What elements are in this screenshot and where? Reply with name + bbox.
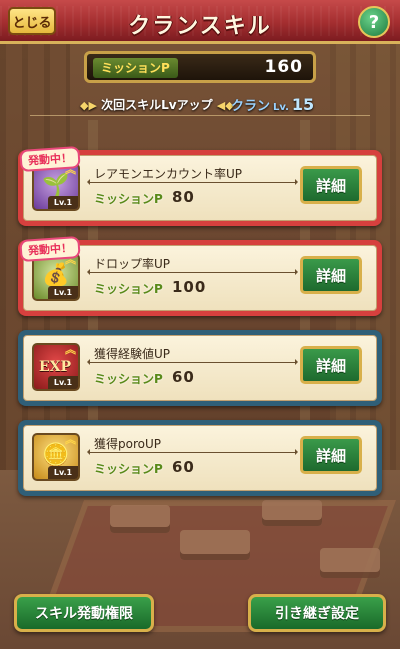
clan-level-value: 15 [291, 95, 315, 114]
skill-divider [87, 179, 298, 185]
skill-name: レアモンエンカウント率UP [94, 167, 243, 181]
skill-divider [87, 359, 298, 365]
skill-name: 獲得poroUP [94, 437, 161, 451]
skill-divider [87, 269, 298, 275]
table-right [262, 500, 322, 526]
exp-icon-text: EXP [39, 359, 72, 375]
mission-points-label: ミッションP [93, 58, 178, 78]
divider-line [30, 115, 370, 116]
skill-cost-label: ミッションP [94, 462, 163, 476]
detail-button[interactable]: 詳細 [300, 346, 362, 384]
next-level-text: ◆▶ 次回スキルLvアップ ◀◆ [80, 96, 234, 113]
header-bar: とじる クランスキル ? [0, 0, 400, 44]
exp-icon: EXP ︽ Lv.1 [32, 343, 80, 391]
detail-button[interactable]: 詳細 [300, 256, 362, 294]
chevron-up-icon: ︽ [65, 343, 76, 356]
skill-level-tag: Lv.1 [48, 376, 78, 389]
transfer-settings-button[interactable]: 引き継ぎ設定 [248, 594, 386, 632]
coin-icon: 🪙 ︽ Lv.1 [32, 433, 80, 481]
bag-glyph: 💰 [42, 263, 70, 288]
sofa-left [110, 505, 170, 533]
detail-button[interactable]: 詳細 [300, 436, 362, 474]
detail-button[interactable]: 詳細 [300, 166, 362, 204]
skill-divider [87, 449, 298, 455]
skill-card-exp: EXP ︽ Lv.1 獲得経験値UP ミッションP 60 詳細 [18, 330, 382, 406]
skill-cost-label: ミッションP [94, 192, 163, 206]
page-title: クランスキル [128, 14, 272, 39]
help-button[interactable]: ? [358, 6, 390, 38]
mission-points-panel: ミッションP 160 [84, 51, 316, 83]
skill-level-tag: Lv.1 [48, 286, 78, 299]
skill-cost-label: ミッションP [94, 372, 163, 386]
active-badge: 発動中！ [19, 235, 81, 263]
sofa-right [320, 548, 380, 578]
sprout-glyph: 🌱 [42, 173, 70, 198]
lv-label: Lv. [273, 102, 289, 113]
clan-level: クラン Lv. 15 [231, 95, 314, 114]
next-level-label: 次回スキルLvアップ [101, 98, 213, 112]
skill-cost-value: 60 [172, 368, 195, 386]
skill-card-inner: 発動中！ 💰 ︽ Lv.1 ドロップ率UP ミッションP 100 詳細 [19, 235, 377, 311]
skill-card-inner: 発動中！ 🌱 ︽ Lv.1 レアモンエンカウント率UP ミッションP 80 詳細 [19, 145, 377, 221]
close-button[interactable]: とじる [8, 7, 56, 35]
skill-card-rare-encounter: 発動中！ 🌱 ︽ Lv.1 レアモンエンカウント率UP ミッションP 80 詳細 [18, 145, 382, 226]
skill-card-drop-rate: 発動中！ 💰 ︽ Lv.1 ドロップ率UP ミッションP 100 詳細 [18, 235, 382, 316]
skill-level-tag: Lv.1 [48, 466, 78, 479]
mission-points-value: 160 [264, 57, 303, 77]
skill-cost-value: 60 [172, 458, 195, 476]
skill-name: ドロップ率UP [94, 257, 171, 271]
next-level-info: ◆▶ 次回スキルLvアップ ◀◆ クラン Lv. 15 [30, 92, 370, 118]
table-center [180, 530, 250, 560]
skill-cost-label: ミッションP [94, 282, 163, 296]
chevron-up-icon: ︽ [65, 433, 76, 446]
skill-level-tag: Lv.1 [48, 196, 78, 209]
skill-card-inner: EXP ︽ Lv.1 獲得経験値UP ミッションP 60 詳細 [23, 335, 377, 401]
skill-name: 獲得経験値UP [94, 347, 171, 361]
coin-glyph: 🪙 [42, 443, 70, 468]
clan-label: クラン [231, 99, 271, 114]
skill-card-inner: 🪙 ︽ Lv.1 獲得poroUP ミッションP 60 詳細 [23, 425, 377, 491]
left-arrow-icon: ◆▶ [80, 99, 97, 112]
active-badge: 発動中！ [19, 145, 81, 173]
skill-cost-value: 100 [172, 278, 207, 296]
skill-activation-permission-button[interactable]: スキル発動権限 [14, 594, 154, 632]
skill-card-poro: 🪙 ︽ Lv.1 獲得poroUP ミッションP 60 詳細 [18, 420, 382, 496]
skill-cost-value: 80 [172, 188, 195, 206]
